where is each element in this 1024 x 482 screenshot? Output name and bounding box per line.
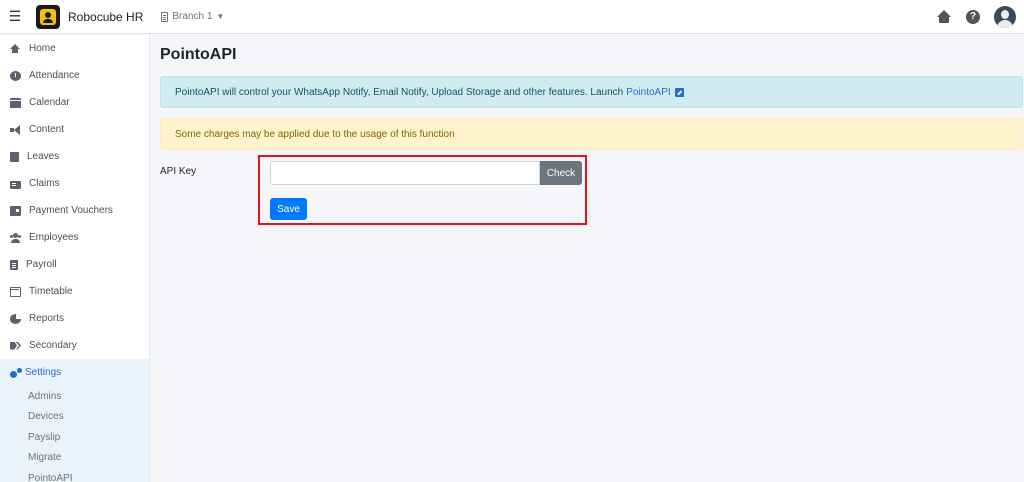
sidebar-item-label: Home [29, 43, 56, 54]
id-card-icon [10, 180, 21, 189]
voucher-icon [10, 205, 21, 216]
branch-selector[interactable]: Branch 1 ▼ [161, 11, 224, 22]
app-title[interactable]: Robocube HR [68, 10, 143, 24]
sidebar-item-label: Payroll [26, 259, 57, 270]
calendar-outline-icon [10, 286, 21, 297]
sidebar-item-payment-vouchers[interactable]: Payment Vouchers [0, 197, 149, 224]
sidebar-item-settings[interactable]: Settings [0, 359, 149, 386]
sidebar-item-label: Timetable [29, 286, 73, 297]
clock-icon [10, 70, 21, 81]
sidebar-item-label: Attendance [29, 70, 80, 81]
sidebar-item-label: Employees [29, 232, 79, 243]
sidebar-item-content[interactable]: Content [0, 116, 149, 143]
sidebar-subitem-devices[interactable]: Devices [0, 406, 149, 427]
door-icon [10, 151, 19, 162]
check-button[interactable]: Check [540, 161, 582, 185]
external-link-icon[interactable] [674, 87, 684, 97]
sidebar-item-home[interactable]: Home [0, 35, 149, 62]
home-icon [10, 43, 21, 54]
sidebar-subitem-pointoapi[interactable]: PointoAPI [0, 468, 149, 482]
sidebar-item-secondary[interactable]: Secondary [0, 332, 149, 359]
sidebar-item-label: Claims [29, 178, 60, 189]
file-icon [10, 259, 18, 270]
branch-label: Branch 1 [172, 11, 213, 22]
sidebar-item-calendar[interactable]: Calendar [0, 89, 149, 116]
pie-chart-icon [10, 313, 21, 324]
user-avatar[interactable] [994, 5, 1016, 28]
tags-icon [10, 341, 21, 351]
sidebar-subitem-admins[interactable]: Admins [0, 386, 149, 407]
top-bar: ☰ Robocube HR Branch 1 ▼ ? [0, 0, 1024, 34]
warning-alert: Some charges may be applied due to the u… [160, 118, 1023, 150]
info-text: PointoAPI will control your WhatsApp Not… [175, 86, 624, 98]
caret-down-icon: ▼ [216, 12, 225, 21]
sidebar-item-label: Reports [29, 313, 65, 324]
main-content: PointoAPI PointoAPI will control your Wh… [150, 35, 1024, 482]
sidebar-item-label: Secondary [29, 340, 77, 351]
sidebar-item-label: Leaves [27, 151, 60, 162]
warning-text: Some charges may be applied due to the u… [175, 128, 455, 140]
calendar-icon [10, 97, 21, 108]
users-icon [10, 232, 21, 243]
app-logo[interactable] [36, 4, 60, 29]
sidebar-item-payroll[interactable]: Payroll [0, 251, 149, 278]
menu-toggle-icon[interactable]: ☰ [0, 8, 30, 25]
sidebar-item-label: Settings [25, 367, 62, 378]
save-button[interactable]: Save [270, 198, 307, 220]
cogs-icon [10, 368, 22, 378]
building-icon [161, 11, 169, 22]
pointoapi-link[interactable]: PointoAPI [626, 87, 670, 98]
home-icon[interactable] [936, 9, 952, 24]
sidebar: Home Attendance Calendar Content Leaves … [0, 35, 150, 482]
info-alert: PointoAPI will control your WhatsApp Not… [160, 76, 1023, 108]
page-title: PointoAPI [160, 46, 237, 63]
sidebar-item-reports[interactable]: Reports [0, 305, 149, 332]
help-icon[interactable]: ? [966, 9, 980, 24]
sidebar-item-claims[interactable]: Claims [0, 170, 149, 197]
sidebar-item-label: Content [29, 124, 65, 135]
sidebar-subitem-migrate[interactable]: Migrate [0, 447, 149, 468]
sidebar-item-attendance[interactable]: Attendance [0, 62, 149, 89]
sidebar-subitem-payslip[interactable]: Payslip [0, 427, 149, 448]
bullhorn-icon [10, 124, 21, 135]
api-key-label: API Key [160, 166, 197, 177]
sidebar-item-label: Payment Vouchers [29, 205, 113, 216]
sidebar-item-timetable[interactable]: Timetable [0, 278, 149, 305]
sidebar-item-employees[interactable]: Employees [0, 224, 149, 251]
api-key-input[interactable] [270, 161, 540, 185]
sidebar-item-label: Calendar [29, 97, 70, 108]
sidebar-item-leaves[interactable]: Leaves [0, 143, 149, 170]
